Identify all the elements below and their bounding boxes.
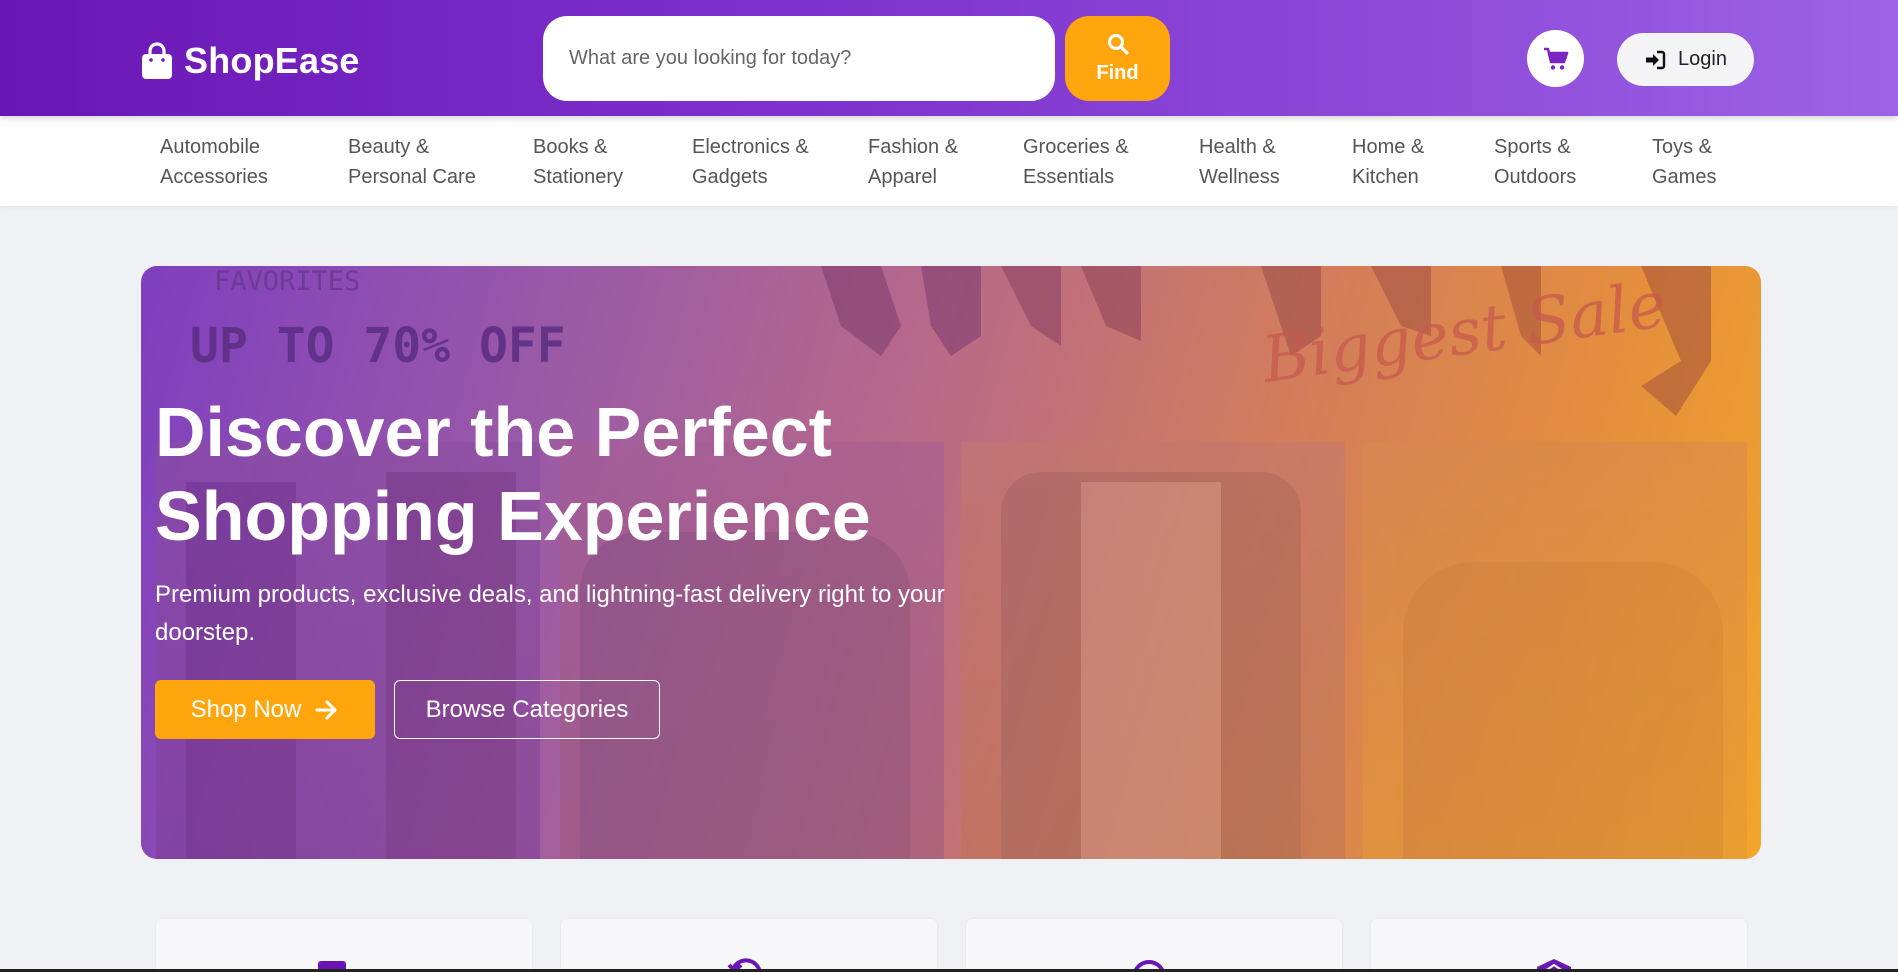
category-label-line2: Gadgets (692, 166, 768, 188)
category-label-line1: Fashion & (868, 136, 959, 158)
brand-name: ShopEase (184, 40, 360, 81)
category-label-line1: Groceries & (1023, 136, 1129, 158)
category-label-line1: Toys & (1652, 136, 1713, 158)
category-fashion-apparel[interactable]: Fashion & Apparel (868, 132, 958, 192)
category-nav: Automobile Accessories Beauty & Personal… (0, 116, 1898, 206)
search-icon (1107, 34, 1129, 55)
sign-in-icon (1646, 50, 1666, 69)
favorites-image-text: FAVORITES (214, 266, 361, 297)
promo-image-text: UP TO 70% OFF (190, 318, 566, 374)
category-books-stationery[interactable]: Books & Stationery (533, 132, 623, 192)
hero-background-image: FAVORITES UP TO 70% OFF Biggest Sale (141, 266, 1761, 859)
hero-subtitle: Premium products, exclusive deals, and l… (155, 581, 945, 646)
photo-panel (1363, 442, 1747, 859)
brand-logo[interactable]: ShopEase (140, 38, 360, 84)
feature-card (966, 919, 1342, 972)
category-electronics-gadgets[interactable]: Electronics & Gadgets (692, 132, 809, 192)
hero-title-line2: Shopping Experience (155, 477, 871, 555)
category-label-line1: Beauty & (348, 136, 430, 158)
site-header: ShopEase Find Login (0, 0, 1898, 116)
category-label-line1: Sports & (1494, 136, 1571, 158)
category-groceries-essentials[interactable]: Groceries & Essentials (1023, 132, 1129, 192)
search-input[interactable] (543, 16, 1055, 101)
arrow-right-icon (315, 700, 337, 719)
category-label-line1: Books & (533, 136, 608, 158)
category-label-line1: Health & (1199, 136, 1276, 158)
hero-title-line1: Discover the Perfect (155, 393, 832, 471)
category-label-line2: Apparel (868, 166, 937, 188)
category-label-line2: Wellness (1199, 166, 1280, 188)
category-label-line2: Kitchen (1352, 166, 1419, 188)
find-button[interactable]: Find (1065, 16, 1170, 101)
hero-title: Discover the Perfect Shopping Experience (155, 390, 1055, 558)
feature-card (561, 919, 937, 972)
category-label-line2: Essentials (1023, 166, 1115, 188)
category-label-line2: Accessories (160, 166, 268, 188)
category-label-line2: Stationery (533, 166, 624, 188)
hero-banner: FAVORITES UP TO 70% OFF Biggest Sale Dis… (141, 266, 1761, 859)
category-toys-games[interactable]: Toys & Games (1652, 132, 1716, 192)
category-beauty-personal-care[interactable]: Beauty & Personal Care (348, 132, 476, 192)
login-label: Login (1678, 48, 1727, 70)
category-label-line2: Outdoors (1494, 166, 1577, 188)
category-sports-outdoors[interactable]: Sports & Outdoors (1494, 132, 1576, 192)
find-button-label: Find (1096, 62, 1139, 84)
category-label-line1: Home & (1352, 136, 1425, 158)
feature-card (156, 919, 532, 972)
category-label-line2: Personal Care (348, 166, 476, 188)
category-label-line1: Automobile (160, 136, 261, 158)
cart-icon (1543, 47, 1568, 70)
category-health-wellness[interactable]: Health & Wellness (1199, 132, 1280, 192)
shopping-bag-icon (142, 42, 172, 79)
login-button[interactable]: Login (1617, 33, 1754, 86)
category-home-kitchen[interactable]: Home & Kitchen (1352, 132, 1424, 192)
browse-categories-button[interactable]: Browse Categories (394, 680, 660, 739)
category-label-line2: Games (1652, 166, 1717, 188)
shop-now-button[interactable]: Shop Now (155, 680, 375, 739)
feature-card (1371, 919, 1747, 972)
cart-button[interactable] (1527, 30, 1584, 87)
shop-now-label: Shop Now (190, 695, 302, 723)
category-automobile-accessories[interactable]: Automobile Accessories (160, 132, 268, 192)
category-label-line1: Electronics & (692, 136, 809, 158)
